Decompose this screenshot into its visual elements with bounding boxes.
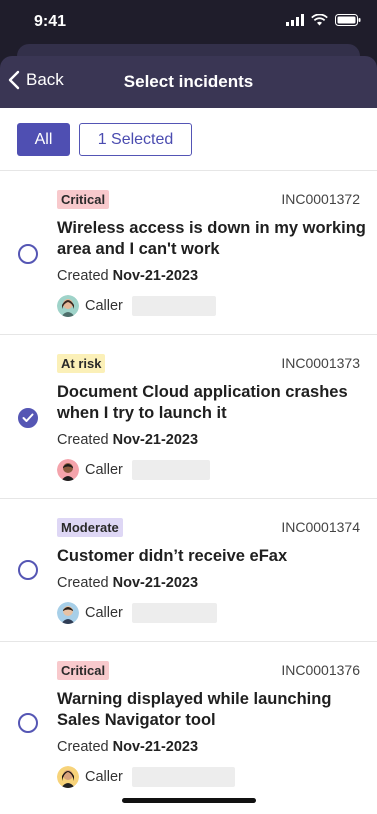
- incident-number: INC0001376: [281, 662, 360, 678]
- created-line: Created Nov-21-2023: [57, 432, 198, 448]
- created-date: Nov-21-2023: [112, 575, 199, 591]
- select-radio-checked[interactable]: [18, 408, 38, 428]
- caller-line: Caller: [57, 602, 217, 624]
- created-line: Created Nov-21-2023: [57, 575, 198, 591]
- avatar: [57, 459, 79, 481]
- priority-badge: At risk: [57, 354, 106, 373]
- created-date: Nov-21-2023: [112, 432, 199, 448]
- created-line: Created Nov-21-2023: [57, 268, 198, 284]
- caller-line: Caller: [57, 295, 216, 317]
- filter-selected-button[interactable]: 1 Selected: [79, 123, 192, 156]
- caller-name-redacted: [131, 603, 217, 623]
- created-label: Created: [57, 432, 109, 448]
- check-icon: [22, 413, 34, 422]
- priority-badge: Critical: [57, 190, 110, 209]
- caller-label: Caller: [85, 605, 123, 621]
- caller-line: Caller: [57, 459, 210, 481]
- select-radio[interactable]: [18, 244, 38, 264]
- caller-line: Caller: [57, 766, 235, 788]
- nav-bar: Back Select incidents: [0, 56, 377, 108]
- created-label: Created: [57, 739, 109, 755]
- incident-title: Document Cloud application crashes when …: [57, 383, 348, 422]
- incident-title: Warning displayed while launching Sales …: [57, 690, 332, 729]
- incident-title: Customer didn’t receive eFax: [57, 547, 288, 565]
- list-item[interactable]: Critical INC0001372 Wireless access is d…: [0, 170, 377, 334]
- battery-icon: [335, 14, 361, 26]
- incident-title: Wireless access is down in my working ar…: [57, 219, 366, 258]
- priority-badge: Moderate: [57, 518, 123, 537]
- incident-number: INC0001372: [281, 191, 360, 207]
- home-indicator: [122, 798, 256, 803]
- top-area: 9:41 Back Select incidents: [0, 0, 377, 108]
- avatar: [57, 766, 79, 788]
- status-time: 9:41: [34, 13, 67, 30]
- created-label: Created: [57, 268, 109, 284]
- status-icons: [286, 14, 361, 26]
- caller-name-redacted: [131, 460, 210, 480]
- page-title: Select incidents: [123, 72, 254, 91]
- created-line: Created Nov-21-2023: [57, 739, 198, 755]
- avatar: [57, 602, 79, 624]
- caller-name-redacted: [131, 296, 216, 316]
- filter-bar: All 1 Selected: [17, 123, 192, 156]
- list-item[interactable]: Moderate INC0001374 Customer didn’t rece…: [0, 498, 377, 641]
- caller-label: Caller: [85, 462, 123, 478]
- list-item[interactable]: Critical INC0001376 Warning displayed wh…: [0, 641, 377, 811]
- priority-badge: Critical: [57, 661, 110, 680]
- incident-number: INC0001373: [281, 355, 360, 371]
- app-screen: 9:41 Back Select incidents All 1 Selecte…: [0, 0, 377, 814]
- wifi-icon: [311, 14, 328, 26]
- created-date: Nov-21-2023: [112, 739, 199, 755]
- list-item[interactable]: At risk INC0001373 Document Cloud applic…: [0, 334, 377, 498]
- select-radio[interactable]: [18, 713, 38, 733]
- incident-number: INC0001374: [281, 519, 360, 535]
- select-radio[interactable]: [18, 560, 38, 580]
- signal-icon: [286, 14, 304, 26]
- created-date: Nov-21-2023: [112, 268, 199, 284]
- avatar: [57, 295, 79, 317]
- incident-list: Critical INC0001372 Wireless access is d…: [0, 170, 377, 811]
- filter-all-button[interactable]: All: [17, 123, 70, 156]
- caller-label: Caller: [85, 769, 123, 785]
- created-label: Created: [57, 575, 109, 591]
- caller-label: Caller: [85, 298, 123, 314]
- caller-name-redacted: [131, 767, 235, 787]
